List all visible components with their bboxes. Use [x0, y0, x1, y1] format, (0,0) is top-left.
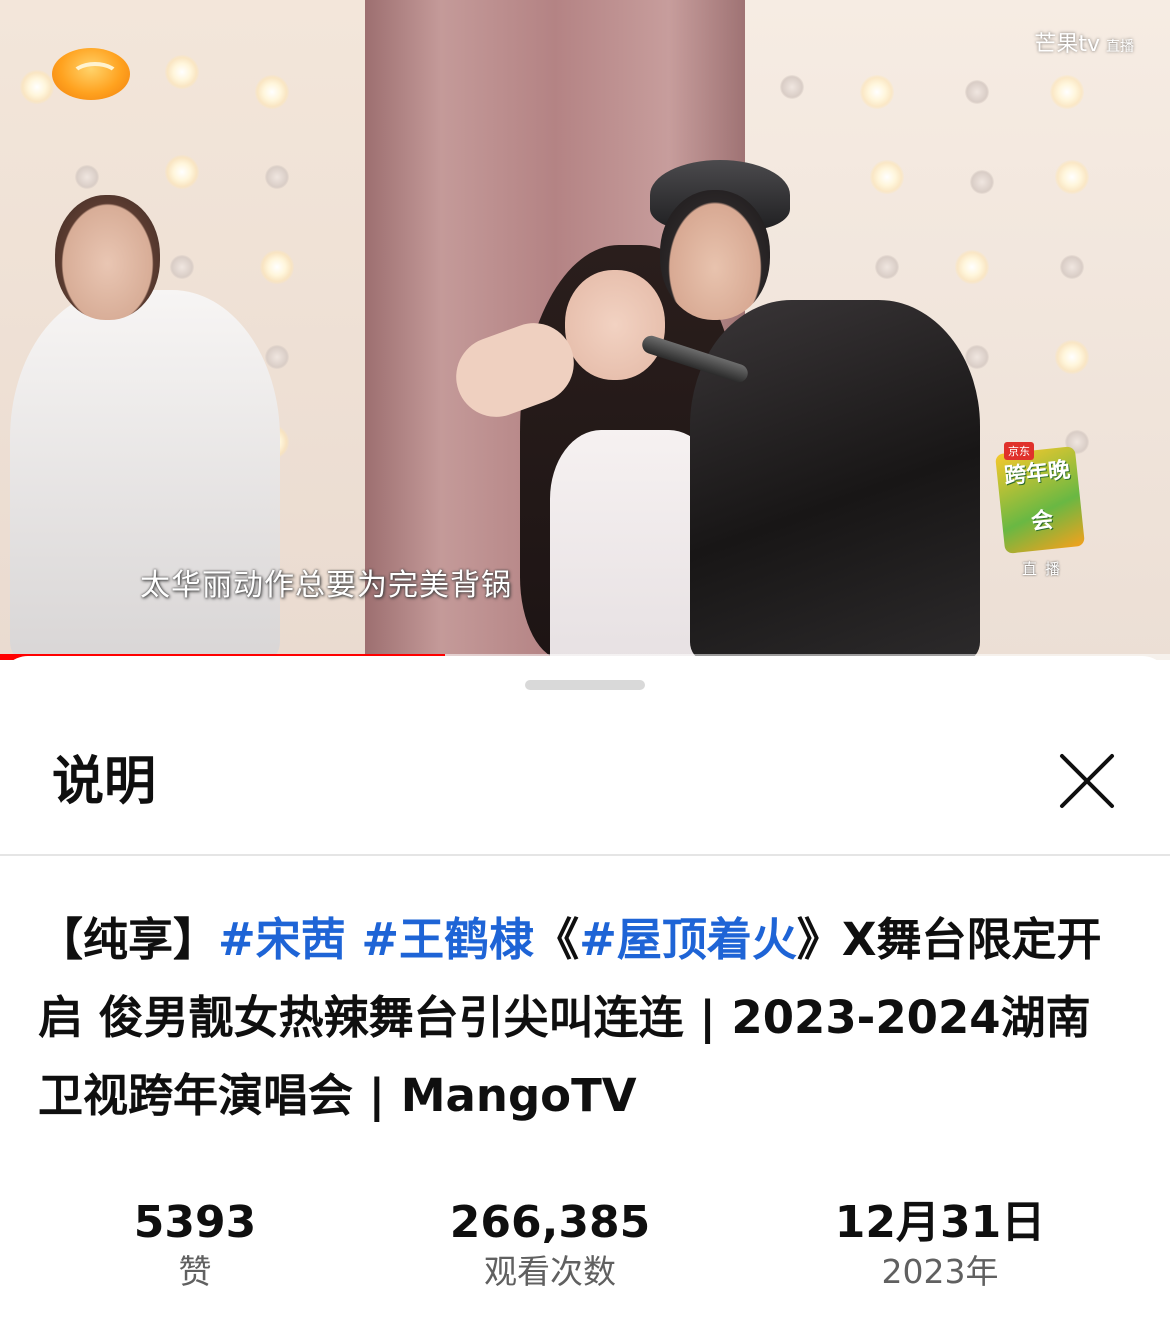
- stage-bulb: [860, 75, 894, 109]
- views-label: 观看次数: [484, 1252, 616, 1291]
- program-badge-title: 跨年晚会: [1003, 457, 1072, 535]
- stage-bulb: [165, 155, 199, 189]
- video-title: 【纯享】#宋茜 #王鹤棣《#屋顶着火》X舞台限定开启 俊男靓女热辣舞台引尖叫连连…: [38, 901, 1128, 1135]
- stage-bulb: [20, 70, 54, 104]
- hashtag-wang-hedi[interactable]: #王鹤棣: [361, 913, 534, 966]
- sponsor-tag: 京东: [1004, 442, 1034, 460]
- video-subtitle: 太华丽动作总要为完美背锅: [140, 568, 512, 603]
- sheet-divider: [0, 854, 1170, 856]
- hunan-tv-logo-icon: [52, 48, 130, 100]
- title-open-bracket: 《: [534, 913, 580, 966]
- performer-left: [10, 290, 280, 660]
- stage-bulb: [75, 165, 99, 189]
- stage-bulb: [265, 165, 289, 189]
- publish-year: 2023年: [881, 1252, 999, 1291]
- stage-bulb: [170, 255, 194, 279]
- performer-right: [690, 300, 980, 660]
- screen: 芒果tv 直播 太华丽动作总要为完美背锅 跨年晚会 京东 直播 说明 【纯享】#宋…: [0, 0, 1170, 1322]
- program-badge-live: 直播: [1021, 560, 1068, 578]
- hashtag-song-qian[interactable]: #宋茜: [218, 913, 346, 966]
- stage-bulb: [265, 345, 289, 369]
- stage-bulb: [1060, 255, 1084, 279]
- close-button[interactable]: [1052, 748, 1122, 818]
- stat-likes: 5393 赞: [55, 1196, 335, 1294]
- stage-bulb: [965, 345, 989, 369]
- watermark-brand: 芒果tv: [1034, 32, 1100, 57]
- description-sheet: 说明 【纯享】#宋茜 #王鹤棣《#屋顶着火》X舞台限定开启 俊男靓女热辣舞台引尖…: [0, 656, 1170, 1318]
- stage-bulb: [875, 255, 899, 279]
- sheet-title: 说明: [52, 752, 157, 812]
- watermark-live: 直播: [1106, 39, 1134, 55]
- stage-bulb: [255, 75, 289, 109]
- stage-bulb: [965, 80, 989, 104]
- stage-bulb: [1055, 160, 1089, 194]
- stage-bulb: [260, 250, 294, 284]
- stage-bulb: [870, 160, 904, 194]
- stage-bulb: [955, 250, 989, 284]
- publish-date: 12月31日: [834, 1197, 1046, 1248]
- performer-left-head: [55, 195, 160, 320]
- program-badge-logo: 跨年晚会: [994, 446, 1086, 554]
- close-icon: [1060, 754, 1114, 808]
- stage-bulb: [165, 55, 199, 89]
- performer-center-face: [565, 270, 665, 380]
- sheet-drag-handle[interactable]: [525, 680, 645, 690]
- views-count: 266,385: [449, 1197, 651, 1248]
- stage-bulb: [1055, 340, 1089, 374]
- performer-right-head: [660, 190, 770, 320]
- stage-bulb: [780, 75, 804, 99]
- stat-views: 266,385 观看次数: [410, 1196, 690, 1294]
- likes-count: 5393: [133, 1197, 257, 1248]
- video-stats: 5393 赞 266,385 观看次数 12月31日 2023年: [0, 1196, 1170, 1306]
- channel-watermark: 芒果tv 直播: [1034, 26, 1134, 58]
- video-player[interactable]: 芒果tv 直播 太华丽动作总要为完美背锅 跨年晚会 京东 直播: [0, 0, 1170, 660]
- stage-bulb: [970, 170, 994, 194]
- title-prefix: 【纯享】: [38, 913, 219, 966]
- hashtag-song-title[interactable]: #屋顶着火: [579, 913, 797, 966]
- program-badge: 跨年晚会 京东 直播: [994, 442, 1090, 590]
- stage-bulb: [1050, 75, 1084, 109]
- stat-date: 12月31日 2023年: [800, 1196, 1080, 1294]
- likes-label: 赞: [178, 1252, 212, 1291]
